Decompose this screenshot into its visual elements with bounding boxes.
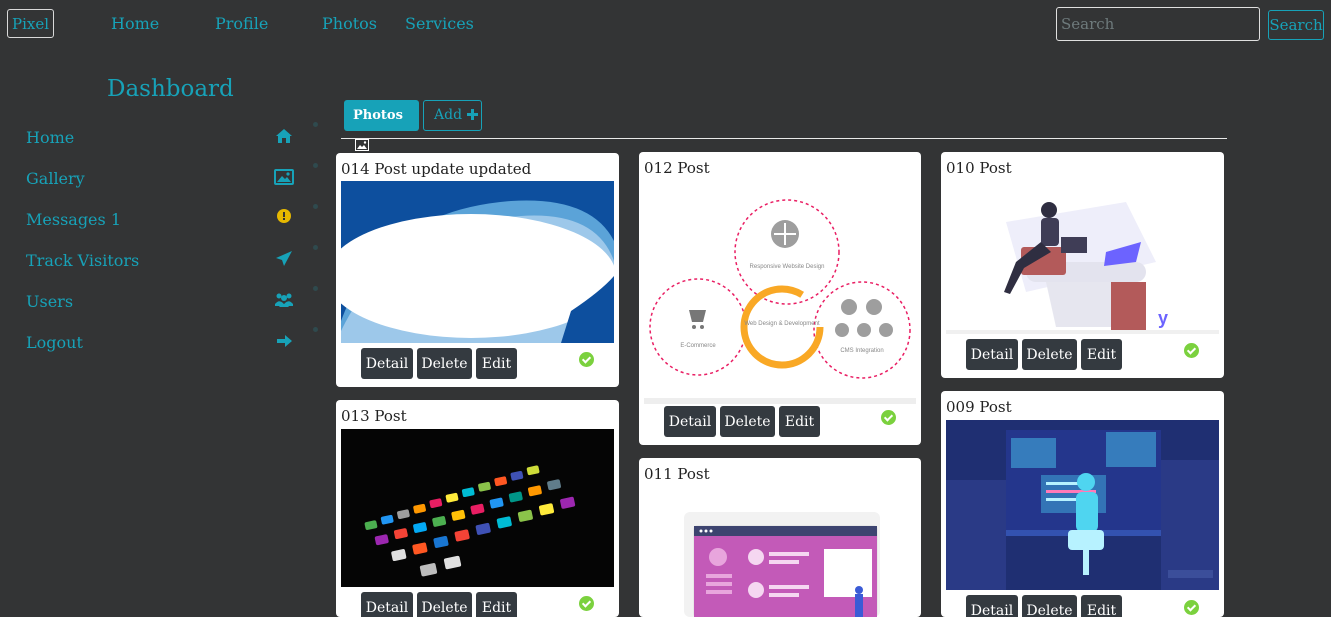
detail-button[interactable]: Detail (664, 406, 716, 437)
sidebar-item-label: Home (26, 128, 75, 147)
status-check-icon (1184, 600, 1199, 615)
tabs-divider (341, 138, 1227, 139)
delete-button[interactable]: Delete (720, 406, 775, 437)
post-card: 014 Post update updated Detail Delete Ed… (336, 153, 619, 387)
divider-dot (313, 163, 318, 168)
arrow-right-icon (274, 331, 294, 351)
search-input[interactable] (1056, 7, 1260, 41)
post-title: 009 Post (946, 398, 1012, 416)
post-title: 010 Post (946, 159, 1012, 177)
edit-button[interactable]: Edit (779, 406, 820, 437)
search-button[interactable]: Search (1268, 10, 1324, 40)
brand-logo[interactable]: Pixel (7, 9, 54, 38)
post-image: y (946, 182, 1219, 334)
diagram-label: Web Design & Development (744, 321, 820, 327)
sidebar-item-track-visitors[interactable]: Track Visitors (26, 249, 296, 273)
post-title: 012 Post (644, 159, 710, 177)
nav-link-home[interactable]: Home (111, 14, 159, 33)
post-card: 010 Post y Detail Delete Edit (941, 152, 1224, 378)
top-navbar: Pixel Home Profile Photos Services Searc… (0, 0, 1331, 50)
users-icon (274, 290, 294, 310)
status-check-icon (1184, 343, 1199, 358)
diagram-label: Responsive Website Design (750, 264, 825, 270)
sidebar-item-messages[interactable]: Messages 1 (26, 208, 296, 232)
exclamation-circle-icon (274, 208, 294, 228)
tab-add-label: Add (434, 107, 463, 123)
status-check-icon (579, 352, 594, 367)
divider-dot (313, 286, 318, 291)
tab-photos-label: Photos (353, 108, 403, 123)
status-check-icon (881, 410, 896, 425)
post-card: 012 Post Responsive Website Design E-Com… (639, 152, 921, 445)
sidebar-item-home[interactable]: Home (26, 126, 296, 150)
nav-link-services[interactable]: Services (405, 14, 474, 33)
post-image (341, 181, 614, 343)
tab-photos[interactable]: Photos (344, 100, 419, 151)
edit-button[interactable]: Edit (1081, 595, 1122, 617)
detail-button[interactable]: Detail (361, 592, 413, 617)
post-card: 009 Post Detail Delete Edit (941, 391, 1224, 617)
sidebar-item-users[interactable]: Users (26, 290, 296, 314)
image-icon (274, 167, 294, 187)
post-title: 014 Post update updated (341, 160, 532, 178)
delete-button[interactable]: Delete (417, 348, 472, 379)
paper-plane-icon (274, 249, 294, 269)
edit-button[interactable]: Edit (476, 592, 517, 617)
divider-dot (313, 122, 318, 127)
divider-dot (313, 327, 318, 332)
divider-dot (313, 204, 318, 209)
post-image (644, 490, 916, 617)
sidebar-item-label: Track Visitors (26, 251, 140, 270)
delete-button[interactable]: Delete (417, 592, 472, 617)
post-title: 011 Post (644, 465, 710, 483)
divider-dot (313, 245, 318, 250)
sidebar-item-label: Logout (26, 333, 83, 352)
sidebar-item-label: Gallery (26, 169, 85, 188)
edit-button[interactable]: Edit (476, 348, 517, 379)
image-icon (355, 139, 369, 151)
post-image: Responsive Website Design E-Commerce Web… (644, 182, 916, 404)
diagram-label: CMS Integration (840, 348, 883, 354)
post-title: 013 Post (341, 407, 407, 425)
nav-link-profile[interactable]: Profile (215, 14, 268, 33)
detail-button[interactable]: Detail (361, 348, 413, 379)
post-image (341, 429, 614, 587)
svg-text:y: y (1158, 308, 1168, 328)
diagram-label: E-Commerce (680, 343, 716, 349)
sidebar-item-label: Messages 1 (26, 210, 121, 229)
sidebar-item-label: Users (26, 292, 74, 311)
post-image (946, 420, 1219, 590)
edit-button[interactable]: Edit (1081, 339, 1122, 370)
detail-button[interactable]: Detail (966, 339, 1018, 370)
status-check-icon (579, 596, 594, 611)
sidebar-item-gallery[interactable]: Gallery (26, 167, 296, 191)
plus-icon (466, 109, 478, 120)
home-icon (274, 126, 294, 146)
detail-button[interactable]: Detail (966, 595, 1018, 617)
post-card: 011 Post (639, 458, 921, 617)
post-card: 013 Post Detail Delete Edit (336, 400, 619, 617)
delete-button[interactable]: Delete (1022, 595, 1077, 617)
tab-add[interactable]: Add (423, 100, 482, 131)
nav-link-photos[interactable]: Photos (322, 14, 377, 33)
delete-button[interactable]: Delete (1022, 339, 1077, 370)
sidebar-title: Dashboard (107, 76, 234, 102)
sidebar-item-logout[interactable]: Logout (26, 331, 296, 355)
